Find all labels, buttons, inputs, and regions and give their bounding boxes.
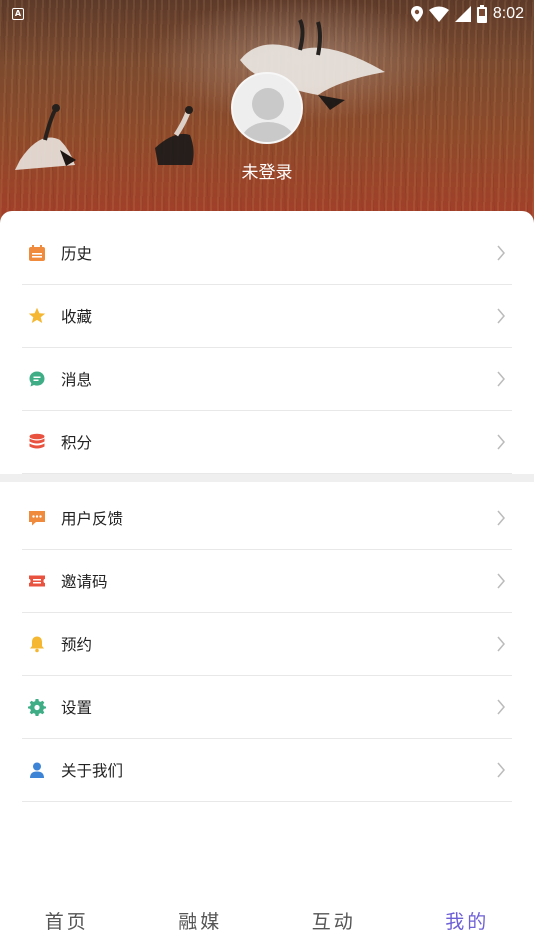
chevron-right-icon <box>496 509 510 527</box>
chevron-right-icon <box>496 370 510 388</box>
chevron-right-icon <box>496 572 510 590</box>
notification-app-icon: A <box>12 8 24 20</box>
bottom-navigation: 首页 融媒 互动 我的 <box>0 890 534 950</box>
chevron-right-icon <box>496 433 510 451</box>
coin-stack-icon <box>28 433 46 451</box>
nav-tab-home[interactable]: 首页 <box>0 890 134 950</box>
section-divider <box>0 474 534 482</box>
menu-item-feedback[interactable]: 用户反馈 <box>22 487 512 550</box>
star-icon <box>28 307 46 325</box>
wifi-icon <box>428 6 449 22</box>
chevron-right-icon <box>496 635 510 653</box>
menu-item-label: 邀请码 <box>61 573 108 591</box>
chevron-right-icon <box>496 307 510 325</box>
nav-tab-mine[interactable]: 我的 <box>401 890 534 950</box>
menu-item-history[interactable]: 历史 <box>22 222 512 285</box>
menu-item-label: 积分 <box>61 434 93 452</box>
feedback-icon <box>28 509 46 527</box>
status-bar: A 8:02 <box>0 0 534 28</box>
menu-item-settings[interactable]: 设置 <box>22 676 512 739</box>
menu-item-label: 预约 <box>61 636 93 654</box>
ticket-icon <box>28 572 46 590</box>
menu-item-label: 收藏 <box>61 308 93 326</box>
menu-item-label: 用户反馈 <box>61 510 124 528</box>
menu-item-messages[interactable]: 消息 <box>22 348 512 411</box>
chevron-right-icon <box>496 761 510 779</box>
nav-tab-interaction[interactable]: 互动 <box>267 890 401 950</box>
chevron-right-icon <box>496 244 510 262</box>
location-icon <box>410 6 423 22</box>
chat-bubble-icon <box>28 370 46 388</box>
menu-item-label: 设置 <box>61 699 93 717</box>
calendar-icon <box>28 244 46 262</box>
cell-signal-icon <box>454 6 471 22</box>
bell-icon <box>28 635 46 653</box>
menu-item-points[interactable]: 积分 <box>22 411 512 474</box>
nav-tab-media[interactable]: 融媒 <box>134 890 268 950</box>
menu-item-label: 消息 <box>61 371 93 389</box>
menu-item-label: 历史 <box>61 245 93 263</box>
gear-icon <box>28 698 46 716</box>
menu-item-invite-code[interactable]: 邀请码 <box>22 550 512 613</box>
menu-item-about-us[interactable]: 关于我们 <box>22 739 512 802</box>
chevron-right-icon <box>496 698 510 716</box>
status-time: 8:02 <box>492 5 524 22</box>
menu-item-favorites[interactable]: 收藏 <box>22 285 512 348</box>
status-icons: 8:02 <box>410 5 524 23</box>
login-status-label[interactable]: 未登录 <box>0 158 534 183</box>
battery-icon <box>476 5 487 23</box>
person-icon <box>28 761 46 779</box>
avatar[interactable] <box>231 72 303 144</box>
menu-item-label: 关于我们 <box>61 762 124 780</box>
menu-item-reservation[interactable]: 预约 <box>22 613 512 676</box>
